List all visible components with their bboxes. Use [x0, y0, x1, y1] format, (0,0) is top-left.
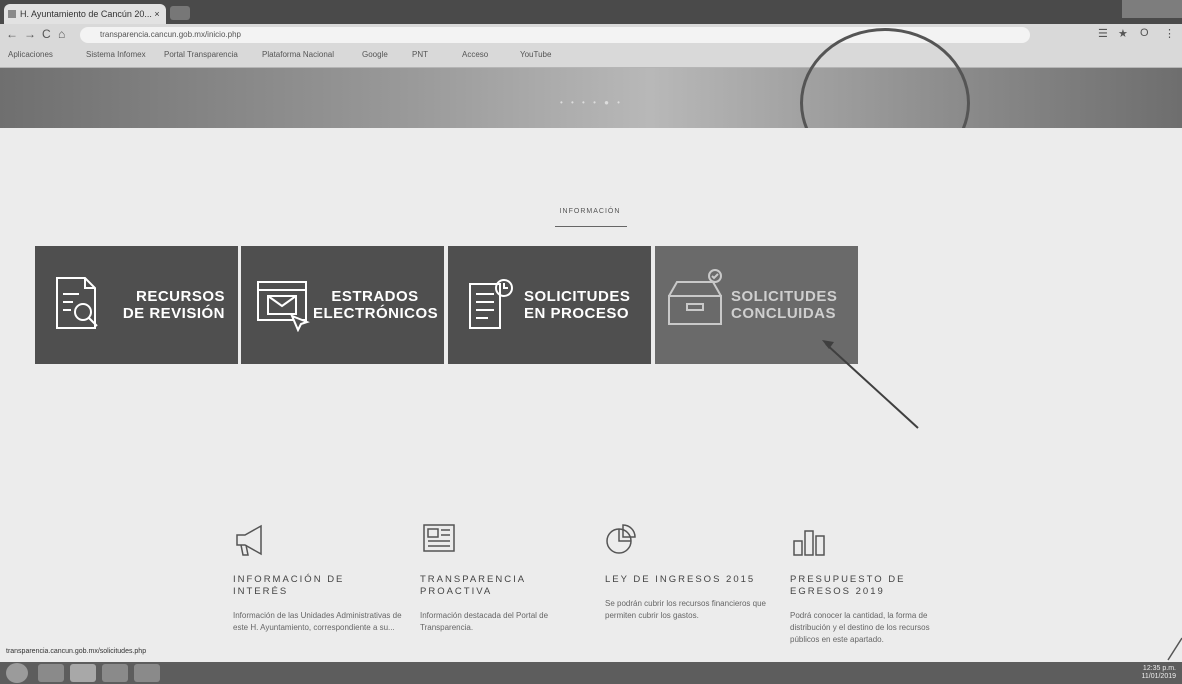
bar-chart-icon — [793, 530, 825, 556]
url-text: transparencia.cancun.gob.mx/inicio.php — [100, 30, 241, 39]
browser-tab[interactable]: H. Ayuntamiento de Cancún 20... × — [4, 4, 166, 24]
card-solicitudes-concluidas[interactable]: SOLICITUDES CONCLUIDAS — [655, 246, 858, 364]
browser-chrome: H. Ayuntamiento de Cancún 20... × ← → C … — [0, 0, 1182, 68]
card-label-line2: EN PROCESO — [524, 305, 630, 322]
feature-desc: Información destacada del Portal de Tran… — [420, 611, 549, 632]
card-solicitudes-proceso[interactable]: SOLICITUDES EN PROCESO — [448, 246, 651, 364]
favicon-icon — [8, 10, 16, 18]
feature-title: PRESUPUESTO DE EGRESOS 2019 — [790, 574, 906, 597]
archive-box-icon — [668, 269, 722, 325]
window-controls[interactable] — [1122, 0, 1182, 18]
forward-button[interactable]: → — [24, 27, 36, 41]
feature-informacion-interes[interactable]: INFORMACIÓN DE INTERÉS Información de la… — [233, 523, 403, 634]
chrome-icon[interactable] — [70, 664, 96, 682]
feature-ley-ingresos[interactable]: LEY DE INGRESOS 2015 Se podrán cubrir lo… — [605, 523, 775, 622]
feature-desc: Información de las Unidades Administrati… — [233, 611, 402, 632]
card-label-line1: ESTRADOS — [331, 288, 419, 305]
section-title: INFORMACIÓN — [559, 208, 621, 215]
hero-banner: • • • • ● • — [0, 28, 1182, 178]
document-search-icon — [56, 277, 98, 329]
card-label-line1: SOLICITUDES — [524, 288, 631, 305]
bookmarks-bar: Aplicaciones Sistema Infomex Portal Tran… — [0, 47, 1182, 65]
bookmark-item[interactable]: Plataforma Nacional — [262, 50, 334, 59]
star-icon[interactable]: ★ — [1118, 27, 1128, 40]
card-label-line1: RECURSOS — [135, 288, 225, 305]
bookmark-item[interactable]: Portal Transparencia — [164, 50, 238, 59]
folder-icon[interactable] — [102, 664, 128, 682]
feature-presupuesto-egresos[interactable]: PRESUPUESTO DE EGRESOS 2019 Podrá conoce… — [790, 523, 960, 646]
card-label-line2: DE REVISIÓN — [122, 305, 225, 322]
profile-icon[interactable]: O — [1140, 27, 1149, 39]
back-button[interactable]: ← — [6, 27, 18, 41]
start-button-icon[interactable] — [6, 663, 28, 683]
envelope-window-icon — [257, 281, 310, 332]
clock-time: 12:35 p.m. — [1142, 665, 1176, 672]
carousel-indicator[interactable]: • • • • ● • — [560, 98, 623, 107]
extensions-icon[interactable]: ☰ — [1098, 27, 1108, 40]
status-bar-url: transparencia.cancun.gob.mx/solicitudes.… — [6, 648, 147, 655]
bookmark-item[interactable]: Acceso — [462, 50, 488, 59]
card-label-line2: CONCLUIDAS — [731, 305, 836, 322]
app-icon[interactable] — [134, 664, 160, 682]
bookmark-item[interactable]: Google — [362, 50, 388, 59]
main-content: INFORMACIÓN RECURSOS DE REVISIÓN ESTRADO… — [0, 128, 1182, 662]
clock-date: 11/01/2019 — [1141, 673, 1176, 680]
newspaper-icon — [423, 524, 455, 552]
reload-button[interactable]: C — [42, 27, 51, 41]
feature-title: TRANSPARENCIA PROACTIVA — [420, 574, 526, 597]
megaphone-icon — [236, 524, 262, 556]
bookmark-item[interactable]: Aplicaciones — [8, 50, 53, 59]
taskbar: 12:35 p.m. 11/01/2019 — [0, 662, 1182, 684]
ie-icon[interactable] — [38, 664, 64, 682]
section-divider — [555, 226, 627, 227]
feature-desc: Se podrán cubrir los recursos financiero… — [605, 599, 766, 620]
card-label-line2: ELECTRÓNICOS — [313, 305, 439, 322]
system-tray-clock[interactable]: 12:35 p.m. 11/01/2019 — [1141, 665, 1176, 681]
pie-chart-icon — [606, 524, 636, 554]
feature-desc: Podrá conocer la cantidad, la forma de d… — [790, 611, 930, 644]
feature-title: LEY DE INGRESOS 2015 — [605, 574, 756, 585]
menu-icon[interactable]: ⋮ — [1164, 27, 1175, 40]
nav-row: ← → C ⌂ transparencia.cancun.gob.mx/inic… — [0, 24, 1182, 46]
feature-transparencia-proactiva[interactable]: TRANSPARENCIA PROACTIVA Información dest… — [420, 523, 590, 634]
card-recursos-revision[interactable]: RECURSOS DE REVISIÓN — [35, 246, 238, 364]
tab-title: H. Ayuntamiento de Cancún 20... × — [20, 9, 160, 19]
bookmark-item[interactable]: PNT — [412, 50, 428, 59]
card-label-line1: SOLICITUDES — [731, 288, 838, 305]
bookmark-item[interactable]: YouTube — [520, 50, 551, 59]
document-clock-icon — [469, 279, 513, 329]
new-tab-button[interactable] — [170, 6, 190, 20]
home-button[interactable]: ⌂ — [58, 27, 65, 41]
feature-title: INFORMACIÓN DE INTERÉS — [233, 574, 345, 597]
bookmark-item[interactable]: Sistema Infomex — [86, 50, 146, 59]
card-estrados-electronicos[interactable]: ESTRADOS ELECTRÓNICOS — [241, 246, 444, 364]
tab-bar: H. Ayuntamiento de Cancún 20... × — [0, 0, 1182, 24]
